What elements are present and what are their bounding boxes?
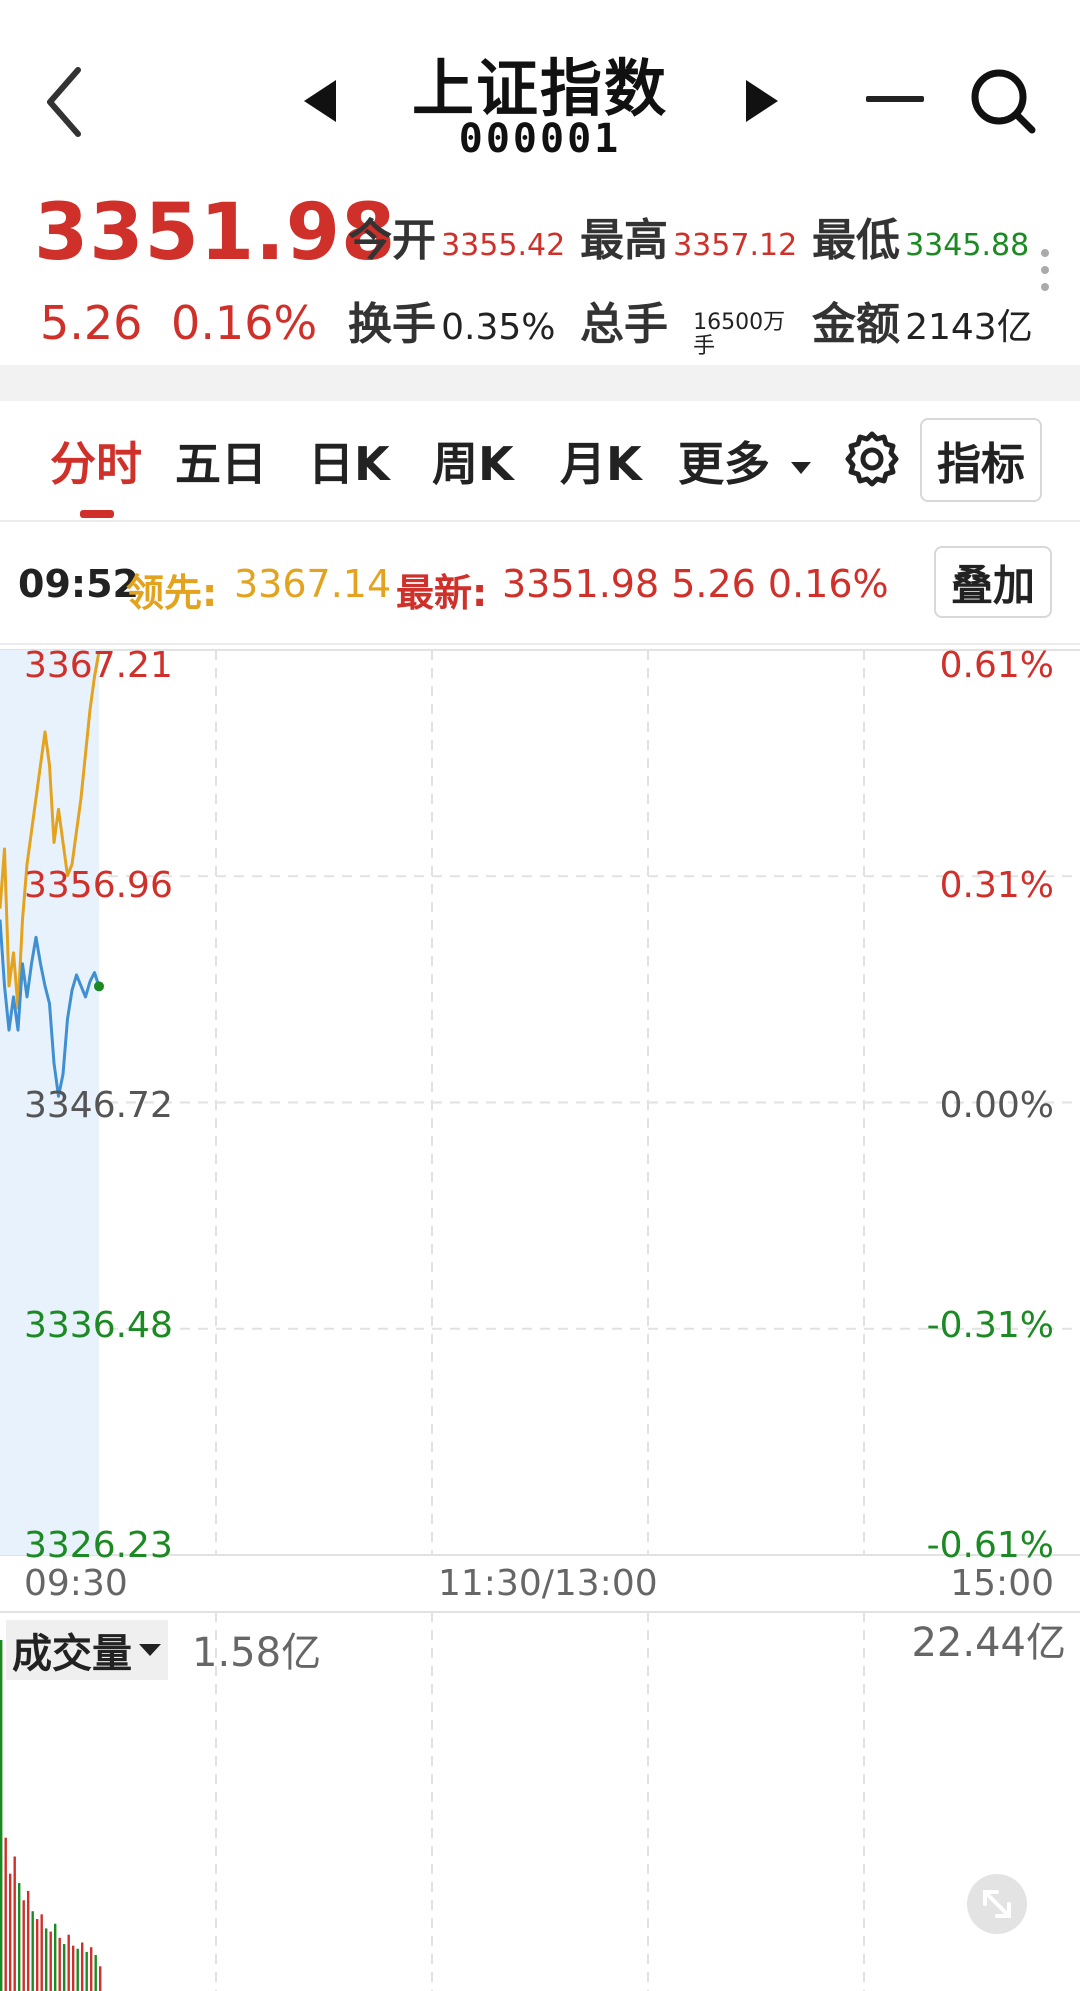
amount-label: 金额 [812,299,900,350]
volume-bar [27,1890,30,1991]
cursor-time: 09:52 [18,562,139,606]
total-hands-label: 总手 [580,299,668,350]
overlay-button[interactable]: 叠加 [934,546,1052,618]
previous-stock-icon[interactable] [300,78,340,124]
y-left-label: 3326.23 [24,1525,173,1566]
minimize-icon[interactable] [866,96,924,102]
dropdown-triangle-icon [791,461,812,474]
volume-bar [49,1931,52,1991]
latest-label: 最新: [396,571,488,615]
current-price: 3351.98 [34,188,397,278]
x-label-open: 09:30 [24,1563,128,1604]
volume-bar [22,1900,25,1991]
tab-day-k[interactable]: 日K [308,428,390,494]
next-stock-icon[interactable] [742,78,782,124]
volume-bar [76,1948,79,1991]
tab-more-label: 更多 [678,437,770,491]
volume-bar [45,1928,48,1991]
tab-five-day[interactable]: 五日 [175,428,267,494]
volume-max: 22.44亿 [911,1620,1066,1666]
amount-value: 2143亿 [905,307,1033,348]
y-right-label: -0.31% [926,1305,1054,1346]
volume-label-text: 成交量 [12,1631,132,1677]
volume-bar [0,1640,3,1991]
volume-bar [31,1911,34,1991]
y-right-label: 0.31% [939,865,1054,906]
stock-code: 000001 [458,116,622,162]
volume-bar [36,1919,39,1991]
total-hands-stat: 总手 16500万手 [580,288,789,359]
tab-month-k[interactable]: 月K [560,428,642,494]
y-right-label: 0.00% [939,1085,1054,1126]
settings-gear-icon[interactable] [843,430,901,488]
volume-bar [58,1937,61,1991]
volume-bar [18,1883,21,1991]
price-change: 5.26 0.16% [40,296,317,350]
latest-value: 3351.98 5.26 0.16% [502,562,889,606]
x-label-midday: 11:30/13:00 [438,1563,658,1604]
volume-selector[interactable]: 成交量 [6,1620,168,1680]
y-left-label: 3346.72 [24,1085,173,1126]
volume-current: 1.58亿 [192,1630,322,1676]
dropdown-triangle-icon [139,1644,161,1656]
lead-value: 3367.14 [234,562,392,606]
y-right-label: 0.61% [939,645,1054,686]
open-label: 今开 [348,215,436,266]
open-stat: 今开 3355.42 [348,204,565,268]
back-arrow-icon[interactable] [40,62,90,142]
volume-bar [81,1942,84,1991]
search-icon[interactable] [968,66,1038,136]
turnover-stat: 换手 0.35% [348,288,555,352]
change-percent: 0.16% [171,296,318,350]
active-tab-indicator [80,510,114,518]
high-label: 最高 [580,215,668,266]
volume-bar [4,1837,7,1991]
tab-more[interactable]: 更多 [678,428,812,494]
low-value: 3345.88 [905,228,1030,263]
more-options-icon[interactable] [1040,248,1050,292]
volume-bar [54,1923,57,1991]
volume-bar [85,1951,88,1991]
high-stat: 最高 3357.12 [580,204,797,268]
y-left-label: 3336.48 [24,1305,173,1346]
volume-bar [63,1944,66,1991]
volume-bar [90,1947,93,1991]
turnover-label: 换手 [348,299,436,350]
y-left-label: 3356.96 [24,865,173,906]
y-left-label: 3367.21 [24,645,173,686]
indicator-button[interactable]: 指标 [920,418,1042,502]
volume-bar [40,1914,43,1991]
page-title: 上证指数 [411,52,668,125]
section-separator [0,365,1080,401]
y-right-label: -0.61% [926,1525,1054,1566]
x-label-close: 15:00 [950,1563,1054,1604]
expand-icon[interactable] [965,1872,1029,1936]
volume-bar [99,1966,102,1991]
volume-bar [9,1873,12,1991]
change-value: 5.26 [40,296,143,350]
amount-stat: 金额 2143亿 [812,288,1033,352]
low-stat: 最低 3345.88 [812,204,1029,268]
volume-bar [67,1934,70,1991]
lead-label: 领先: [126,571,218,615]
low-label: 最低 [812,215,900,266]
turnover-value: 0.35% [441,307,556,348]
volume-bar [94,1955,97,1991]
total-hands-value: 16500万手 [693,309,786,359]
tab-intraday[interactable]: 分时 [50,428,142,494]
volume-bar [72,1945,75,1991]
open-value: 3355.42 [441,228,566,263]
tabs-divider [0,520,1080,522]
latest-point-dot [94,981,104,992]
high-value: 3357.12 [673,228,798,263]
tab-week-k[interactable]: 周K [432,428,514,494]
volume-bar [13,1856,16,1991]
